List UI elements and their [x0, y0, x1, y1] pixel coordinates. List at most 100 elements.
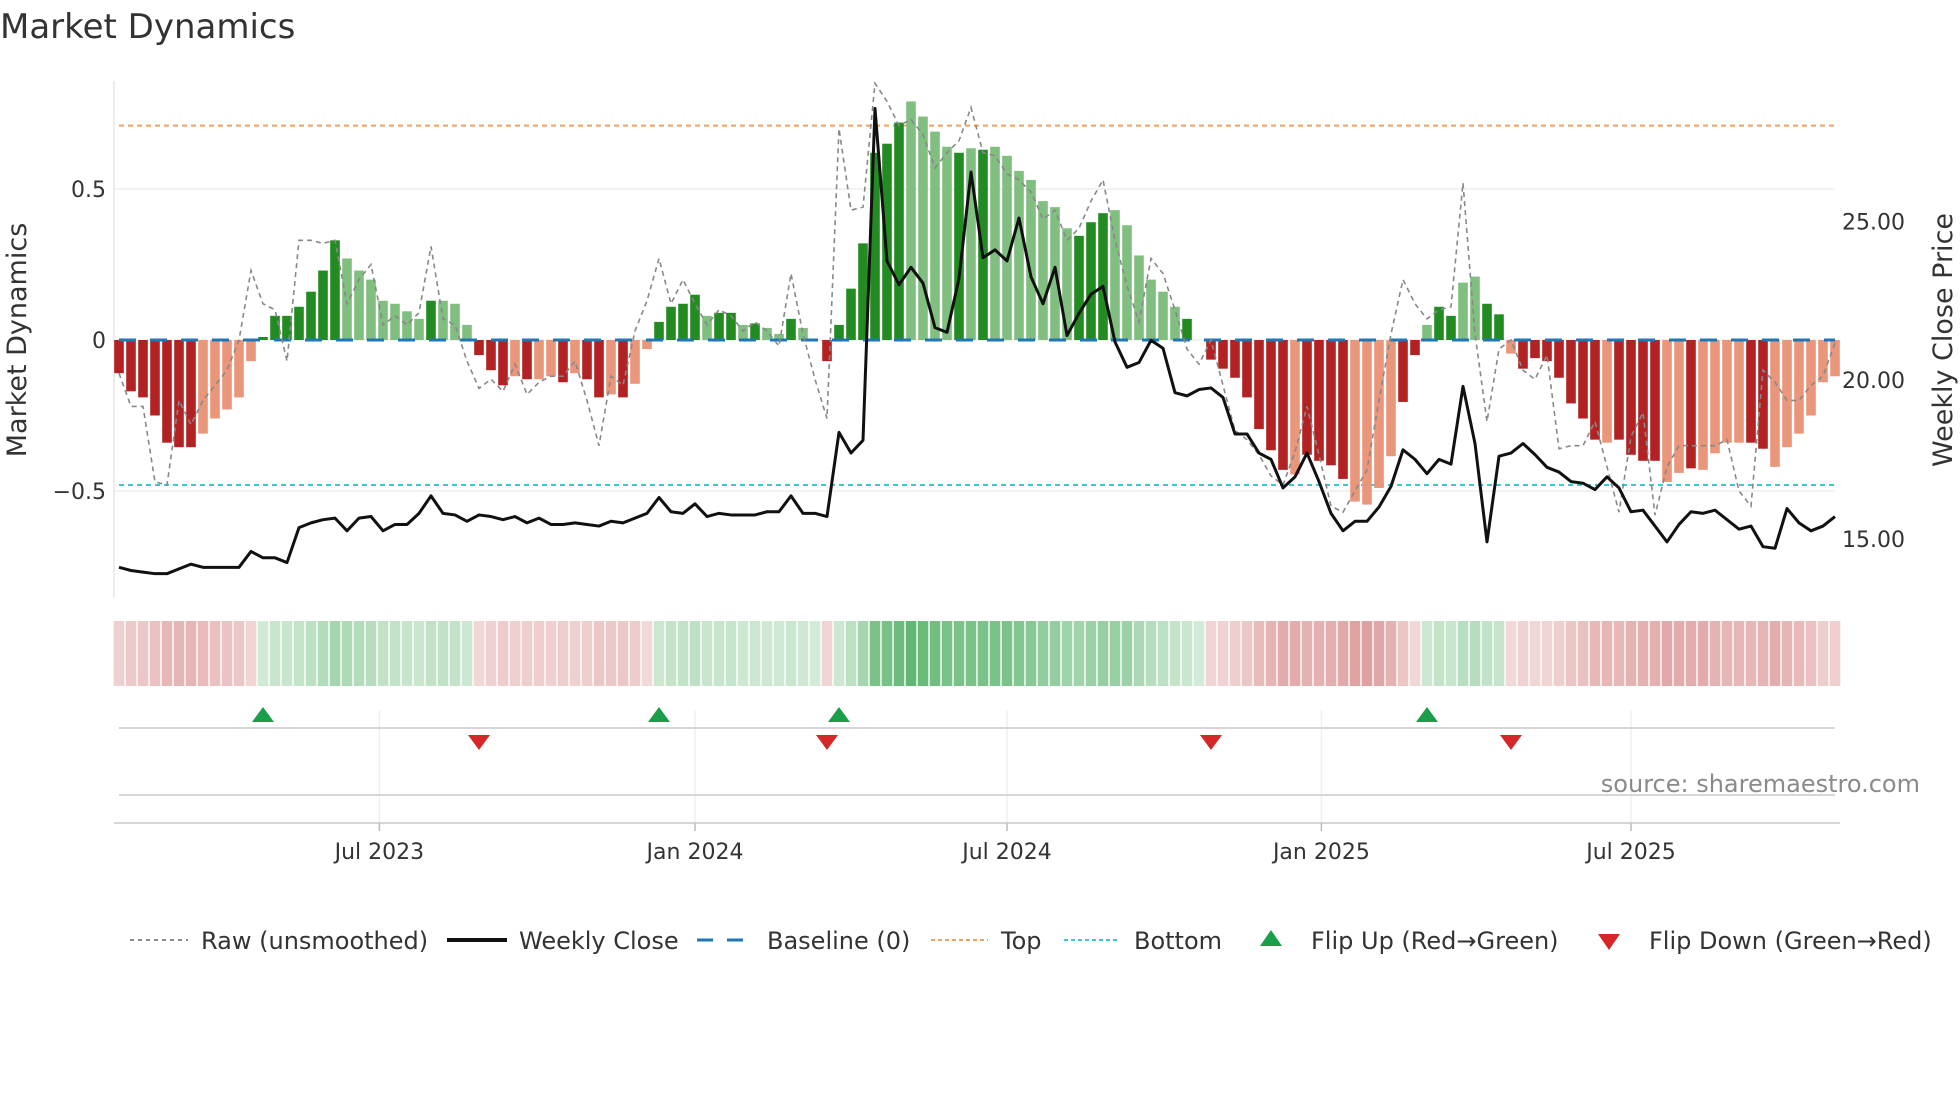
bar — [906, 101, 916, 340]
strip-cell — [1613, 621, 1625, 686]
bar — [414, 318, 424, 340]
strip-cell — [1001, 621, 1013, 686]
strip-cell — [533, 621, 545, 686]
strip-cell — [1061, 621, 1073, 686]
strip-cell — [485, 621, 497, 686]
strip-cell — [773, 621, 785, 686]
strip-cell — [1553, 621, 1565, 686]
bar — [1458, 282, 1468, 340]
strip-cell — [377, 621, 389, 686]
source-watermark: source: sharemaestro.com — [1601, 770, 1920, 798]
strip-cell — [269, 621, 281, 686]
bar — [582, 340, 592, 380]
strip-cell — [809, 621, 821, 686]
legend-flip-down-label: Flip Down (Green→Red) — [1649, 927, 1932, 955]
legend-bottom-label: Bottom — [1134, 927, 1222, 955]
bar — [1770, 340, 1780, 467]
chart-title: Market Dynamics — [0, 7, 295, 47]
bar — [1794, 340, 1804, 434]
bar — [1350, 340, 1360, 502]
strip-cell — [929, 621, 941, 686]
strip-cell — [1541, 621, 1553, 686]
strip-cell — [521, 621, 533, 686]
bar — [1134, 255, 1144, 340]
strip-cell — [1649, 621, 1661, 686]
bar — [1662, 340, 1672, 482]
bar — [330, 240, 340, 340]
strip-cell — [1709, 621, 1721, 686]
strip-cell — [689, 621, 701, 686]
legend-raw-label: Raw (unsmoothed) — [201, 927, 428, 955]
strip-cell — [1517, 621, 1529, 686]
strip-cell — [449, 621, 461, 686]
flip-up-marker — [1416, 707, 1438, 722]
bar — [678, 303, 688, 340]
strip-cell — [149, 621, 161, 686]
strip-cell — [785, 621, 797, 686]
y-tick-label: −0.5 — [53, 480, 106, 505]
strip-cell — [497, 621, 509, 686]
bar — [198, 340, 208, 434]
strip-cell — [833, 621, 845, 686]
strip-cell — [281, 621, 293, 686]
strip-cell — [1769, 621, 1781, 686]
bar — [1674, 340, 1684, 473]
strip-cell — [425, 621, 437, 686]
bar — [1218, 340, 1228, 369]
strip-cell — [857, 621, 869, 686]
bar — [1086, 222, 1096, 340]
flip-down-marker — [1500, 735, 1522, 750]
bar — [1326, 340, 1336, 466]
flip-up-marker — [648, 707, 670, 722]
strip-cell — [677, 621, 689, 686]
strip-cell — [1205, 621, 1217, 686]
strip-cell — [1085, 621, 1097, 686]
strip-cell — [1793, 621, 1805, 686]
strip-cell — [1025, 621, 1037, 686]
bar — [246, 340, 256, 362]
strip-cell — [1241, 621, 1253, 686]
bar — [786, 318, 796, 340]
bar — [1098, 213, 1108, 340]
bar — [798, 327, 808, 340]
strip-cell — [1529, 621, 1541, 686]
bar — [1254, 340, 1264, 430]
bar — [1806, 340, 1816, 416]
bar — [270, 315, 280, 340]
strip-cell — [329, 621, 341, 686]
strip-cell — [161, 621, 173, 686]
strip-cell — [509, 621, 521, 686]
strip-cell — [461, 621, 473, 686]
x-tick-label: Jul 2024 — [960, 840, 1052, 865]
strip-cell — [1289, 621, 1301, 686]
strip-cell — [185, 621, 197, 686]
bar — [1338, 340, 1348, 479]
right-axis-label: Weekly Close Price — [1928, 213, 1959, 467]
strip-cell — [125, 621, 137, 686]
bar — [606, 340, 616, 395]
strip-cell — [1745, 621, 1757, 686]
bar — [1518, 340, 1528, 369]
bar — [1566, 340, 1576, 404]
bar — [738, 324, 748, 340]
strip-cell — [293, 621, 305, 686]
flip-up-marker — [252, 707, 274, 722]
bar — [1482, 303, 1492, 340]
bar — [1158, 291, 1168, 340]
strip-cell — [1685, 621, 1697, 686]
bar — [426, 300, 436, 340]
strip-cell — [113, 621, 125, 686]
strip-cell — [749, 621, 761, 686]
strip-cell — [1601, 621, 1613, 686]
strip-cell — [1373, 621, 1385, 686]
strip-cell — [881, 621, 893, 686]
bar — [438, 300, 448, 340]
strip-cell — [1229, 621, 1241, 686]
strip-cell — [365, 621, 377, 686]
strip-cell — [737, 621, 749, 686]
strip-cell — [1457, 621, 1469, 686]
bar — [1650, 340, 1660, 461]
x-tick-label: Jul 2023 — [333, 840, 425, 865]
bar — [618, 340, 628, 398]
legend-baseline-label: Baseline (0) — [767, 927, 910, 955]
